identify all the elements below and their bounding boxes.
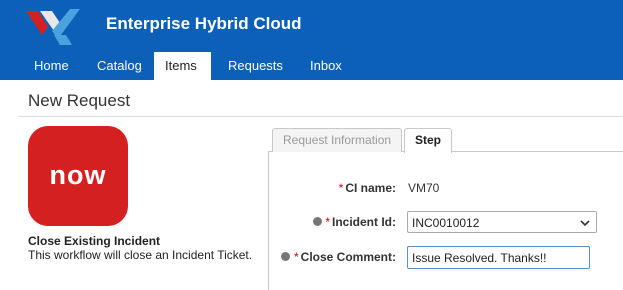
nav-tab-items[interactable]: Items	[154, 52, 211, 80]
chevron-down-icon	[580, 220, 590, 227]
required-marker: *	[293, 250, 299, 264]
nav-tab-inbox[interactable]: Inbox	[299, 52, 353, 80]
catalog-item-description: This workflow will close an Incident Tic…	[28, 248, 253, 262]
required-marker: *	[325, 215, 330, 229]
page-title: New Request	[28, 91, 131, 110]
incident-id-selected-value: INC0010012	[412, 216, 480, 230]
servicenow-icon-text: now	[49, 160, 107, 190]
required-marker: *	[338, 181, 344, 195]
tab-step[interactable]: Step	[404, 128, 453, 153]
close-comment-label: * Close Comment:	[293, 250, 396, 264]
help-icon[interactable]	[281, 252, 290, 261]
vmware-logo-icon[interactable]	[26, 5, 80, 45]
app-title: Enterprise Hybrid Cloud	[106, 14, 302, 33]
tab-request-information[interactable]: Request Information	[272, 128, 403, 152]
form-left-border	[268, 151, 269, 290]
nav-tab-requests[interactable]: Requests	[217, 52, 294, 80]
nav-tab-catalog[interactable]: Catalog	[86, 52, 153, 80]
catalog-item-name: Close Existing Incident	[28, 234, 161, 248]
close-comment-input[interactable]	[407, 246, 590, 269]
title-divider	[18, 116, 623, 117]
incident-id-select[interactable]: INC0010012	[407, 211, 597, 233]
ci-name-value: VM70	[408, 181, 440, 195]
incident-id-label: * Incident Id:	[325, 215, 396, 229]
nav-tab-home[interactable]: Home	[23, 52, 80, 80]
ci-name-label: * CI name:	[338, 181, 396, 195]
servicenow-icon: now	[28, 126, 128, 226]
